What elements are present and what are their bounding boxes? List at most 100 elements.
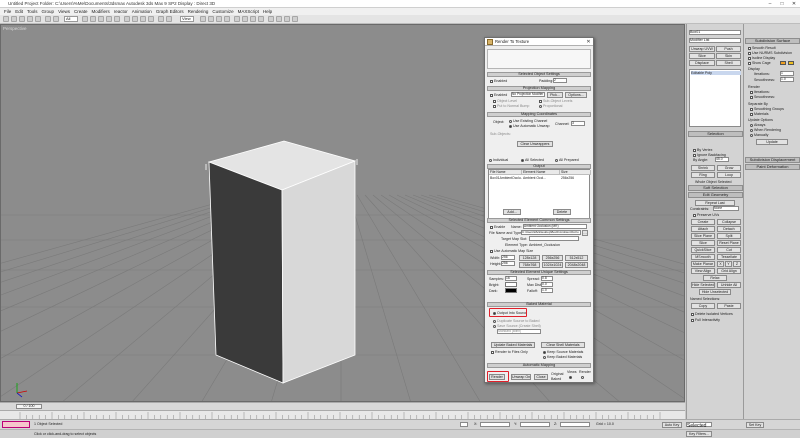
manually-radio[interactable]: Manually [750,133,768,137]
selected-object-settings-header[interactable]: Selected Object Settings [487,72,591,77]
menu-item-tools[interactable]: Tools [27,9,38,14]
planar-y-button[interactable]: Y [725,261,732,267]
spread-field[interactable]: 0.8 [541,276,553,281]
samples-field[interactable]: 16 [505,276,517,281]
original-render-radio[interactable] [581,375,585,379]
toolbar-tool-icon[interactable] [284,16,290,22]
hide-unselected-button[interactable]: Hide Unselected [699,289,731,295]
edit-geometry-rollout[interactable]: Edit Geometry [688,192,743,198]
z-coordinate-field[interactable] [560,422,590,427]
toolbar-tool-icon[interactable] [106,16,112,22]
delete-element-button[interactable]: Delete [553,209,571,215]
toolbar-tool-icon[interactable] [148,16,154,22]
always-radio[interactable]: Always [750,123,765,127]
selected-element-unique-settings-header[interactable]: Selected Element Unique Settings [487,270,591,275]
put-to-normal-checkbox[interactable]: Put to Normal Bump [493,104,529,108]
maxscript-listener[interactable] [2,421,30,428]
copy-button[interactable]: Copy [691,303,715,309]
full-interactivity-checkbox[interactable]: Full Interactivity [691,318,720,322]
toolbar-tool-icon[interactable] [3,16,9,22]
key-filters-button[interactable]: Key Filters... [686,431,712,437]
pick-button[interactable]: Pick... [547,92,563,98]
grow-button[interactable]: Grow [717,165,741,171]
split-button[interactable]: Split [717,233,741,239]
toolbar-tool-icon[interactable] [114,16,120,22]
isoline-display-checkbox[interactable]: Isoline Display [748,56,775,60]
create-button[interactable]: Create [691,219,715,225]
reset-plane-button[interactable]: Reset Plane [717,240,741,246]
element-name-field[interactable]: Ambient Occlusion (MR) [523,224,587,229]
close-button[interactable]: Close [534,374,548,380]
cube-left-face[interactable] [208,161,284,384]
duplicate-source-radio[interactable]: Duplicate Source to Baked [493,319,540,323]
keep-baked-radio[interactable]: Keep Baked Materials [543,355,582,359]
when-rendering-radio[interactable]: When Rendering [750,128,781,132]
column-header-element-name[interactable]: Element Name [522,170,560,175]
menu-item-maxscript[interactable]: MAXScript [238,9,259,14]
displace-button[interactable]: Displace [689,60,715,66]
save-source-radio[interactable]: Save Source (Create Shell) [493,324,541,328]
preserve-uvs-checkbox[interactable]: Preserve UVs [693,213,719,217]
msmooth-button[interactable]: MSmooth [691,254,715,260]
x-coordinate-field[interactable] [480,422,510,427]
cage-selected-color-swatch[interactable] [788,61,794,65]
table-cell-element-name[interactable]: Ambient Occl... [522,176,560,180]
options-button[interactable]: Options... [565,92,587,98]
maximize-icon[interactable]: □ [776,0,788,8]
update-baked-materials-button[interactable]: Update Baked Materials [491,342,535,348]
view-align-button[interactable]: View Align [691,268,715,274]
column-header-size[interactable]: Size [560,170,591,175]
menu-item-file[interactable]: File [4,9,11,14]
max-dist-field[interactable]: 0.0 [541,282,553,287]
clear-unwrappers-button[interactable]: Clear Unwrappers [517,141,553,147]
projection-enabled-checkbox[interactable]: Enabled [490,93,507,97]
toolbar-tool-icon[interactable] [35,16,41,22]
menu-item-group[interactable]: Group [42,9,55,14]
ring-button[interactable]: Ring [691,172,715,178]
toolbar-tool-icon[interactable] [132,16,138,22]
push-button[interactable]: Push [716,46,741,52]
auto-key-button[interactable]: Auto Key [662,422,682,428]
skin-button[interactable]: Skin [716,53,741,59]
toolbar-tool-icon[interactable] [90,16,96,22]
smoothing-groups-checkbox[interactable]: Smoothing Groups [750,107,784,111]
projection-mapping-header[interactable]: Projection Mapping [487,86,591,91]
iterations-field[interactable]: 1 [780,71,794,76]
set-key-button[interactable]: Set Key [746,422,764,428]
lock-selection-icon[interactable] [460,422,468,427]
use-existing-channel-radio[interactable]: Use Existing Channel [509,119,547,123]
track-bar[interactable] [0,410,685,419]
clear-shell-materials-button[interactable]: Clear Shell Materials [541,342,585,348]
menu-item-modifiers[interactable]: Modifiers [92,9,110,14]
make-planar-button[interactable]: Make Planar [691,261,715,267]
toolbar-tool-icon[interactable] [234,16,240,22]
size-256-button[interactable]: 256x256 [542,255,563,261]
toolbar-tool-icon[interactable] [200,16,206,22]
menu-item-views[interactable]: Views [58,9,70,14]
collapse-button[interactable]: Collapse [717,219,741,225]
toolbar-tool-icon[interactable] [216,16,222,22]
update-button[interactable]: Update [756,139,788,145]
shrink-button[interactable]: Shrink [691,165,715,171]
selection-rollout[interactable]: Selection [688,131,743,137]
quickslice-button[interactable]: QuickSlice [691,247,715,253]
element-enable-checkbox[interactable]: Enable [490,225,505,229]
slice-modifier-button[interactable]: Slice [689,53,715,59]
time-slider-thumb[interactable]: 0 / 100 [16,404,42,409]
baked-material-header[interactable]: Baked Material [487,302,591,307]
size-768-button[interactable]: 768x768 [519,262,540,268]
smoothness-field[interactable]: 1.0 [780,77,794,82]
render-iterations-checkbox[interactable]: Iterations: [750,90,770,94]
modifier-stack[interactable]: Editable Poly [689,69,741,127]
planar-z-button[interactable]: Z [733,261,741,267]
toolbar-tool-icon[interactable] [242,16,248,22]
toolbar-tool-icon[interactable] [98,16,104,22]
unwrap-only-button[interactable]: Unwrap Only [511,374,531,380]
time-slider[interactable]: 0 / 100 [0,402,685,410]
materials-checkbox[interactable]: Materials [750,112,769,116]
height-field[interactable]: 256 [501,261,515,266]
use-automatic-map-size-checkbox[interactable]: Use Automatic Map Size [490,249,533,253]
by-vertex-checkbox[interactable]: By Vertex [693,148,712,152]
cube-right-face[interactable] [281,160,356,384]
selected-element-common-settings-header[interactable]: Selected Element Common Settings [487,218,591,223]
